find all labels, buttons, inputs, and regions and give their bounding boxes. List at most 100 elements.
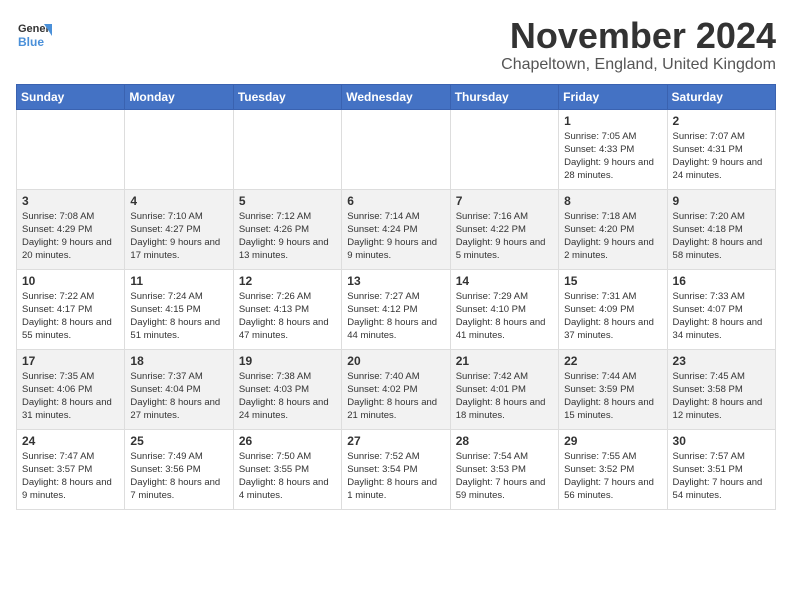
calendar-cell: 13Sunrise: 7:27 AM Sunset: 4:12 PM Dayli… xyxy=(342,269,450,349)
calendar-cell: 17Sunrise: 7:35 AM Sunset: 4:06 PM Dayli… xyxy=(17,349,125,429)
day-number: 8 xyxy=(564,194,661,208)
day-number: 29 xyxy=(564,434,661,448)
day-info: Sunrise: 7:37 AM Sunset: 4:04 PM Dayligh… xyxy=(130,370,227,423)
day-number: 9 xyxy=(673,194,770,208)
logo: General Blue xyxy=(16,16,52,52)
day-info: Sunrise: 7:29 AM Sunset: 4:10 PM Dayligh… xyxy=(456,290,553,343)
day-number: 21 xyxy=(456,354,553,368)
day-info: Sunrise: 7:20 AM Sunset: 4:18 PM Dayligh… xyxy=(673,210,770,263)
day-info: Sunrise: 7:18 AM Sunset: 4:20 PM Dayligh… xyxy=(564,210,661,263)
calendar-cell: 2 Sunrise: 7:07 AM Sunset: 4:31 PM Daylig… xyxy=(667,109,775,189)
calendar-cell: 24 Sunrise: 7:47 AM Sunset: 3:57 PM Dayli… xyxy=(17,429,125,509)
calendar-cell: 29 Sunrise: 7:55 AM Sunset: 3:52 PM Dayli… xyxy=(559,429,667,509)
day-number: 14 xyxy=(456,274,553,288)
location-title: Chapeltown, England, United Kingdom xyxy=(501,56,776,74)
calendar-week-row: 3Sunrise: 7:08 AM Sunset: 4:29 PM Daylig… xyxy=(17,189,776,269)
calendar-cell: 10 Sunrise: 7:22 AM Sunset: 4:17 PM Dayli… xyxy=(17,269,125,349)
calendar-cell: 20 Sunrise: 7:40 AM Sunset: 4:02 PM Dayli… xyxy=(342,349,450,429)
calendar-week-row: 17Sunrise: 7:35 AM Sunset: 4:06 PM Dayli… xyxy=(17,349,776,429)
calendar-cell: 3Sunrise: 7:08 AM Sunset: 4:29 PM Daylig… xyxy=(17,189,125,269)
day-number: 23 xyxy=(673,354,770,368)
day-number: 12 xyxy=(239,274,336,288)
day-info: Sunrise: 7:05 AM Sunset: 4:33 PM Dayligh… xyxy=(564,130,661,183)
day-number: 24 xyxy=(22,434,119,448)
day-number: 4 xyxy=(130,194,227,208)
calendar-cell: 18 Sunrise: 7:37 AM Sunset: 4:04 PM Dayli… xyxy=(125,349,233,429)
calendar-cell: 8 Sunrise: 7:18 AM Sunset: 4:20 PM Daylig… xyxy=(559,189,667,269)
day-info: Sunrise: 7:40 AM Sunset: 4:02 PM Dayligh… xyxy=(347,370,444,423)
day-info: Sunrise: 7:07 AM Sunset: 4:31 PM Dayligh… xyxy=(673,130,770,183)
day-number: 1 xyxy=(564,114,661,128)
day-info: Sunrise: 7:35 AM Sunset: 4:06 PM Dayligh… xyxy=(22,370,119,423)
calendar-cell: 9 Sunrise: 7:20 AM Sunset: 4:18 PM Daylig… xyxy=(667,189,775,269)
calendar-cell: 6 Sunrise: 7:14 AM Sunset: 4:24 PM Daylig… xyxy=(342,189,450,269)
calendar-cell: 26 Sunrise: 7:50 AM Sunset: 3:55 PM Dayli… xyxy=(233,429,341,509)
logo-icon: General Blue xyxy=(16,16,52,52)
calendar-cell xyxy=(233,109,341,189)
calendar-cell: 30 Sunrise: 7:57 AM Sunset: 3:51 PM Dayli… xyxy=(667,429,775,509)
day-info: Sunrise: 7:50 AM Sunset: 3:55 PM Dayligh… xyxy=(239,450,336,503)
day-number: 11 xyxy=(130,274,227,288)
calendar-header-row: SundayMondayTuesdayWednesdayThursdayFrid… xyxy=(17,84,776,109)
day-info: Sunrise: 7:49 AM Sunset: 3:56 PM Dayligh… xyxy=(130,450,227,503)
day-info: Sunrise: 7:22 AM Sunset: 4:17 PM Dayligh… xyxy=(22,290,119,343)
calendar-cell: 25Sunrise: 7:49 AM Sunset: 3:56 PM Dayli… xyxy=(125,429,233,509)
month-title: November 2024 xyxy=(501,16,776,56)
day-number: 19 xyxy=(239,354,336,368)
day-info: Sunrise: 7:57 AM Sunset: 3:51 PM Dayligh… xyxy=(673,450,770,503)
day-number: 3 xyxy=(22,194,119,208)
day-number: 6 xyxy=(347,194,444,208)
calendar-cell: 7Sunrise: 7:16 AM Sunset: 4:22 PM Daylig… xyxy=(450,189,558,269)
column-header-thursday: Thursday xyxy=(450,84,558,109)
calendar-week-row: 24 Sunrise: 7:47 AM Sunset: 3:57 PM Dayli… xyxy=(17,429,776,509)
calendar-cell: 1 Sunrise: 7:05 AM Sunset: 4:33 PM Daylig… xyxy=(559,109,667,189)
title-section: November 2024 Chapeltown, England, Unite… xyxy=(501,16,776,74)
day-number: 5 xyxy=(239,194,336,208)
day-number: 22 xyxy=(564,354,661,368)
svg-text:Blue: Blue xyxy=(18,35,44,49)
day-info: Sunrise: 7:31 AM Sunset: 4:09 PM Dayligh… xyxy=(564,290,661,343)
column-header-saturday: Saturday xyxy=(667,84,775,109)
day-info: Sunrise: 7:14 AM Sunset: 4:24 PM Dayligh… xyxy=(347,210,444,263)
day-number: 2 xyxy=(673,114,770,128)
day-info: Sunrise: 7:55 AM Sunset: 3:52 PM Dayligh… xyxy=(564,450,661,503)
calendar-cell: 22 Sunrise: 7:44 AM Sunset: 3:59 PM Dayli… xyxy=(559,349,667,429)
day-number: 26 xyxy=(239,434,336,448)
calendar-cell: 11 Sunrise: 7:24 AM Sunset: 4:15 PM Dayli… xyxy=(125,269,233,349)
calendar-cell: 4 Sunrise: 7:10 AM Sunset: 4:27 PM Daylig… xyxy=(125,189,233,269)
day-info: Sunrise: 7:38 AM Sunset: 4:03 PM Dayligh… xyxy=(239,370,336,423)
day-info: Sunrise: 7:33 AM Sunset: 4:07 PM Dayligh… xyxy=(673,290,770,343)
day-info: Sunrise: 7:42 AM Sunset: 4:01 PM Dayligh… xyxy=(456,370,553,423)
calendar-table: SundayMondayTuesdayWednesdayThursdayFrid… xyxy=(16,84,776,510)
calendar-cell: 27 Sunrise: 7:52 AM Sunset: 3:54 PM Dayli… xyxy=(342,429,450,509)
calendar-cell xyxy=(342,109,450,189)
day-number: 30 xyxy=(673,434,770,448)
page-header: General Blue November 2024 Chapeltown, E… xyxy=(16,16,776,74)
column-header-monday: Monday xyxy=(125,84,233,109)
day-info: Sunrise: 7:44 AM Sunset: 3:59 PM Dayligh… xyxy=(564,370,661,423)
day-number: 28 xyxy=(456,434,553,448)
calendar-cell: 14 Sunrise: 7:29 AM Sunset: 4:10 PM Dayli… xyxy=(450,269,558,349)
day-number: 10 xyxy=(22,274,119,288)
column-header-sunday: Sunday xyxy=(17,84,125,109)
day-info: Sunrise: 7:10 AM Sunset: 4:27 PM Dayligh… xyxy=(130,210,227,263)
day-info: Sunrise: 7:52 AM Sunset: 3:54 PM Dayligh… xyxy=(347,450,444,503)
column-header-friday: Friday xyxy=(559,84,667,109)
day-number: 18 xyxy=(130,354,227,368)
calendar-cell xyxy=(17,109,125,189)
day-number: 27 xyxy=(347,434,444,448)
calendar-week-row: 10 Sunrise: 7:22 AM Sunset: 4:17 PM Dayli… xyxy=(17,269,776,349)
column-header-tuesday: Tuesday xyxy=(233,84,341,109)
day-info: Sunrise: 7:16 AM Sunset: 4:22 PM Dayligh… xyxy=(456,210,553,263)
day-number: 20 xyxy=(347,354,444,368)
column-header-wednesday: Wednesday xyxy=(342,84,450,109)
calendar-cell: 28Sunrise: 7:54 AM Sunset: 3:53 PM Dayli… xyxy=(450,429,558,509)
calendar-cell: 16 Sunrise: 7:33 AM Sunset: 4:07 PM Dayli… xyxy=(667,269,775,349)
day-info: Sunrise: 7:47 AM Sunset: 3:57 PM Dayligh… xyxy=(22,450,119,503)
day-number: 15 xyxy=(564,274,661,288)
day-info: Sunrise: 7:26 AM Sunset: 4:13 PM Dayligh… xyxy=(239,290,336,343)
calendar-cell: 15 Sunrise: 7:31 AM Sunset: 4:09 PM Dayli… xyxy=(559,269,667,349)
day-info: Sunrise: 7:24 AM Sunset: 4:15 PM Dayligh… xyxy=(130,290,227,343)
day-number: 16 xyxy=(673,274,770,288)
calendar-cell xyxy=(125,109,233,189)
